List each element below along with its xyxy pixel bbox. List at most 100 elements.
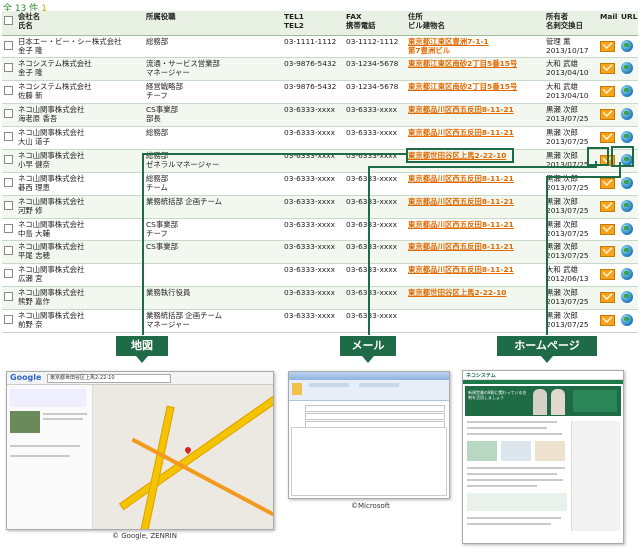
company-cell[interactable]: ネコ山関事株式会社 小早 健奈 bbox=[16, 149, 144, 173]
globe-icon[interactable] bbox=[621, 131, 633, 143]
table-row[interactable]: ネコ山関事株式会社 碁西 理恵 総務部 チーム 03-6333-xxxx 03-6333-… bbox=[2, 172, 638, 196]
mail-icon[interactable] bbox=[600, 86, 615, 98]
row-checkbox[interactable] bbox=[4, 63, 13, 73]
table-row[interactable]: ネコ山関事株式会社 広瀬 宮 03-6333-xxxx 03-6333-xxxx 東京都… bbox=[2, 263, 638, 288]
address-link[interactable]: 東京都品川区西五反田8-11-21 bbox=[408, 197, 514, 206]
table-row[interactable]: ネコ山関事株式会社 平尾 志穂 CS事業部 03-6333-xxxx 03-6333-x… bbox=[2, 240, 638, 265]
row-checkbox[interactable] bbox=[4, 109, 13, 119]
table-row[interactable]: ネコシステム株式会社 佐藤 新経営戦略部 チーフ 03-9876-5432 03-123… bbox=[2, 80, 638, 105]
company-name[interactable]: 日本エー・ビー・シー株式会社 bbox=[18, 37, 121, 46]
company-name[interactable]: ネコ山関事株式会社 bbox=[18, 128, 84, 137]
row-checkbox[interactable] bbox=[4, 223, 13, 233]
company-cell[interactable]: ネコ山関事株式会社 平尾 志穂 bbox=[16, 240, 144, 265]
company-cell[interactable]: ネコ山関事株式会社 広瀬 宮 bbox=[16, 263, 144, 288]
company-name[interactable]: ネコ山関事株式会社 bbox=[18, 311, 84, 320]
address-link[interactable]: 東京都世田谷区上馬2-22-10 bbox=[408, 288, 506, 297]
row-checkbox[interactable] bbox=[4, 292, 13, 302]
row-checkbox[interactable] bbox=[4, 269, 13, 279]
globe-icon[interactable] bbox=[621, 222, 633, 235]
company-name[interactable]: ネコ山関事株式会社 bbox=[18, 197, 84, 206]
address-link[interactable]: 東京都品川区西五反田8-11-21 bbox=[408, 128, 514, 137]
company-cell[interactable]: ネコ山関事株式会社 河野 修 bbox=[16, 195, 144, 219]
map-area[interactable] bbox=[93, 385, 273, 529]
column-fax[interactable]: FAX 携帯電話 bbox=[344, 11, 406, 36]
address-link[interactable]: 東京都品川区西五反田8-11-21 bbox=[408, 242, 514, 251]
company-cell[interactable]: ネコ山関事株式会社 碁西 理恵 bbox=[16, 172, 144, 196]
company-cell[interactable]: ネコシステム株式会社 佐藤 新 bbox=[16, 80, 144, 105]
position: チーフ bbox=[146, 91, 168, 101]
globe-icon[interactable] bbox=[621, 176, 633, 189]
address-link[interactable]: 東京都品川区西五反田8-11-21 bbox=[408, 220, 514, 229]
mail-icon[interactable] bbox=[600, 292, 615, 304]
row-checkbox[interactable] bbox=[4, 200, 13, 210]
company-cell[interactable]: ネコ山関事株式会社 大山 道子 bbox=[16, 126, 144, 150]
company-name[interactable]: ネコ山関事株式会社 bbox=[18, 265, 84, 274]
column-tel[interactable]: TEL1 TEL2 bbox=[282, 11, 344, 36]
mail-body[interactable] bbox=[291, 427, 447, 496]
map-search-input[interactable]: 東京都世田谷区上馬2-22-10 bbox=[47, 374, 171, 383]
company-cell[interactable]: ネコ山関事株式会社 熊野 嘉作 bbox=[16, 286, 144, 310]
mail-to-field[interactable] bbox=[305, 405, 445, 412]
column-address[interactable]: 住所 ビル建物名 bbox=[406, 11, 544, 36]
company-name[interactable]: ネコ山関事株式会社 bbox=[18, 220, 84, 229]
address-link[interactable]: 東京都品川区西五反田8-11-21 bbox=[408, 174, 514, 183]
table-row[interactable]: ネコ山関事株式会社 大山 道子 総務部 03-6333-xxxx 03-6333-xxx… bbox=[2, 126, 638, 150]
company-name[interactable]: ネコ山関事株式会社 bbox=[18, 288, 84, 297]
company-cell[interactable]: ネコ山関事株式会社 海老原 香吾 bbox=[16, 103, 144, 127]
table-row[interactable]: 日本エー・ビー・シー株式会社 金子 隆総務部 03-1111-1112 03-1112… bbox=[2, 35, 638, 59]
table-row[interactable]: ネコシステム株式会社 金子 隆流通・サービス営業部 マネージャー 03-9876-54… bbox=[2, 57, 638, 82]
mail-icon[interactable] bbox=[600, 132, 615, 143]
address-link[interactable]: 東京都品川区西五反田8-11-21 bbox=[408, 105, 514, 114]
globe-icon[interactable] bbox=[621, 108, 633, 121]
table-row[interactable]: ネコ山関事株式会社 河野 修業務統括部 企画チーム 03-6333-xxxx 03-6… bbox=[2, 195, 638, 219]
column-dept[interactable]: 所属役職 bbox=[144, 11, 282, 36]
globe-icon[interactable] bbox=[621, 62, 633, 75]
globe-icon[interactable] bbox=[621, 291, 633, 304]
mail-icon[interactable] bbox=[600, 177, 615, 189]
globe-icon[interactable] bbox=[621, 85, 633, 98]
company-name[interactable]: ネコ山関事株式会社 bbox=[18, 174, 84, 183]
mail-icon[interactable] bbox=[600, 223, 615, 235]
mail-icon[interactable] bbox=[600, 63, 615, 75]
table-row[interactable]: ネコ山関事株式会社 中島 大輔 CS事業部 チーフ 03-6333-xxxx 03-633… bbox=[2, 218, 638, 242]
column-company[interactable]: 会社名 氏名 bbox=[16, 11, 144, 36]
company-name[interactable]: ネコ山関事株式会社 bbox=[18, 105, 84, 114]
globe-icon[interactable] bbox=[621, 314, 633, 326]
mail-icon[interactable] bbox=[600, 40, 615, 52]
row-checkbox[interactable] bbox=[4, 315, 13, 324]
mail-icon[interactable] bbox=[600, 246, 615, 258]
company-name[interactable]: ネコシステム株式会社 bbox=[18, 82, 92, 91]
table-row[interactable]: ネコ山関事株式会社 熊野 嘉作 業務執行役員 03-6333-xxxx 03-6333-… bbox=[2, 286, 638, 310]
row-checkbox[interactable] bbox=[4, 86, 13, 96]
address-link[interactable]: 東京都江東区南砂2丁目5番15号 bbox=[408, 82, 517, 91]
company-cell[interactable]: 日本エー・ビー・シー株式会社 金子 隆 bbox=[16, 35, 144, 59]
row-checkbox[interactable] bbox=[4, 154, 13, 164]
mail-cc-field[interactable] bbox=[305, 413, 445, 420]
column-owner[interactable]: 所有者 名刺交換日 bbox=[544, 11, 598, 36]
row-checkbox[interactable] bbox=[4, 40, 13, 50]
address-link[interactable]: 東京都品川区西五反田8-11-21 bbox=[408, 265, 514, 274]
mail-icon[interactable] bbox=[600, 269, 615, 281]
company-cell[interactable]: ネコ山関事株式会社 中島 大輔 bbox=[16, 218, 144, 242]
table-row[interactable]: ネコ山関事株式会社 前野 奈業務統括部 企画チーム マネージャー 03-6333-xx… bbox=[2, 309, 638, 333]
row-checkbox[interactable] bbox=[4, 132, 13, 141]
globe-icon[interactable] bbox=[621, 199, 633, 212]
globe-icon[interactable] bbox=[621, 245, 633, 258]
address-link[interactable]: 東京都江東区南砂2丁目5番15号 bbox=[408, 59, 517, 68]
address-link[interactable]: 東京都江東区豊洲7-1-1 bbox=[408, 37, 489, 46]
company-cell[interactable]: ネコシステム株式会社 金子 隆 bbox=[16, 57, 144, 82]
globe-icon[interactable] bbox=[621, 268, 633, 281]
mail-callout-label: メール bbox=[340, 336, 396, 356]
globe-icon[interactable] bbox=[621, 39, 633, 52]
company-name[interactable]: ネコ山関事株式会社 bbox=[18, 151, 84, 160]
mail-icon[interactable] bbox=[600, 109, 615, 121]
company-name[interactable]: ネコシステム株式会社 bbox=[18, 59, 92, 68]
mail-icon[interactable] bbox=[600, 315, 615, 326]
mail-icon[interactable] bbox=[600, 200, 615, 212]
row-checkbox[interactable] bbox=[4, 177, 13, 187]
table-row[interactable]: ネコ山関事株式会社 海老原 香吾 CS事業部 部長 03-6333-xxxx 03-633… bbox=[2, 103, 638, 127]
company-cell[interactable]: ネコ山関事株式会社 前野 奈 bbox=[16, 309, 144, 333]
select-all-checkbox[interactable] bbox=[4, 16, 13, 25]
company-name[interactable]: ネコ山関事株式会社 bbox=[18, 242, 84, 251]
row-checkbox[interactable] bbox=[4, 246, 13, 256]
